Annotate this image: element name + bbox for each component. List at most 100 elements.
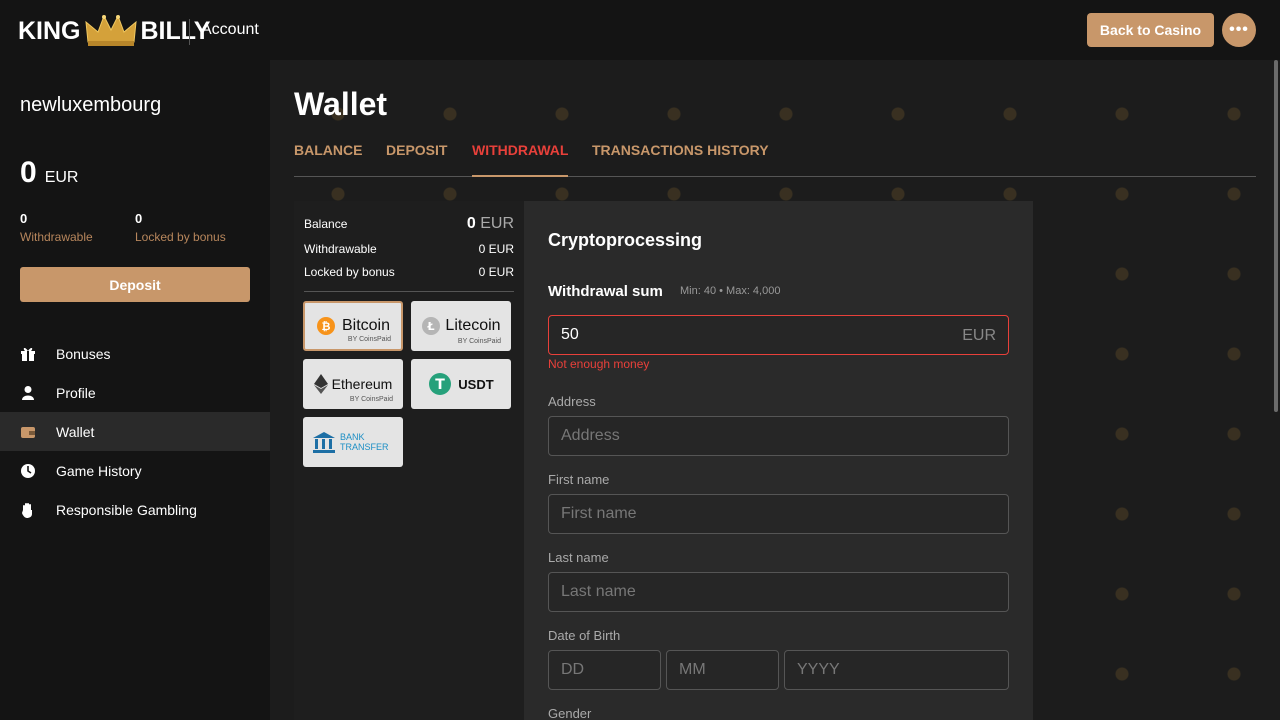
bank-icon (313, 432, 335, 453)
sidebar-balance: 0 EUR (20, 156, 78, 190)
username: newluxembourg (20, 94, 162, 116)
address-input[interactable] (561, 427, 1008, 445)
payment-method-ethereum[interactable]: Ethereum BY CoinsPaid (303, 359, 403, 409)
gender-label: Gender (548, 706, 592, 720)
withdrawal-sum-limits: Min: 40 • Max: 4,000 (680, 285, 781, 297)
summary-locked-row: Locked by bonus 0 EUR (304, 265, 514, 279)
litecoin-icon: Ł (422, 317, 441, 335)
withdrawal-error-message: Not enough money (548, 357, 650, 371)
wallet-tabs: BALANCE DEPOSIT WITHDRAWAL TRANSACTIONS … (294, 140, 1256, 177)
sidebar-item-label: Profile (56, 384, 96, 401)
user-icon (20, 385, 36, 401)
dob-day-input[interactable] (561, 661, 660, 679)
summary-withdrawable-value: 0 EUR (478, 242, 514, 256)
locked-stat: 0 Locked by bonus (135, 211, 226, 244)
payment-method-name: Ethereum (331, 376, 393, 392)
address-field[interactable] (548, 416, 1009, 456)
sidebar-item-label: Game History (56, 462, 142, 479)
payment-methods-panel: Balance 0 EUR Withdrawable 0 EUR Locked … (294, 201, 524, 720)
dob-label: Date of Birth (548, 628, 621, 643)
sidebar-item-game-history[interactable]: Game History (0, 451, 270, 490)
header-divider (189, 19, 190, 45)
summary-balance-amount: 0 EUR (467, 215, 514, 233)
first-name-label: First name (548, 472, 610, 487)
sidebar-item-bonuses[interactable]: Bonuses (0, 334, 270, 373)
payment-method-name: Bitcoin (341, 317, 391, 334)
withdrawable-stat: 0 Withdrawable (20, 211, 93, 244)
first-name-input[interactable] (561, 505, 1008, 523)
sidebar-item-label: Bonuses (56, 345, 111, 362)
deposit-button[interactable]: Deposit (20, 267, 250, 302)
tab-balance[interactable]: BALANCE (294, 142, 362, 177)
first-name-field[interactable] (548, 494, 1009, 534)
form-title: Cryptoprocessing (548, 230, 703, 250)
logo-text-left: KING (18, 16, 81, 45)
tether-icon: T (429, 373, 452, 395)
more-dots-icon: ••• (1229, 21, 1249, 38)
payment-method-usdt[interactable]: T USDT (411, 359, 511, 409)
dob-month-field[interactable] (666, 650, 779, 690)
dob-month-input[interactable] (679, 661, 778, 679)
payment-method-bitcoin[interactable]: ₿ Bitcoin BY CoinsPaid (303, 301, 403, 351)
summary-withdrawable-label: Withdrawable (304, 242, 377, 256)
dob-year-field[interactable] (784, 650, 1009, 690)
last-name-input[interactable] (561, 583, 1008, 601)
gift-icon (20, 346, 36, 362)
payment-method-provider: BY CoinsPaid (457, 338, 501, 345)
address-label: Address (548, 394, 596, 409)
svg-text:Ł: Ł (427, 320, 435, 333)
summary-withdrawable-row: Withdrawable 0 EUR (304, 242, 514, 256)
tab-deposit[interactable]: DEPOSIT (386, 142, 447, 177)
withdrawal-sum-field[interactable]: EUR (548, 315, 1009, 355)
last-name-label: Last name (548, 550, 609, 565)
sidebar-item-responsible-gambling[interactable]: Responsible Gambling (0, 490, 270, 529)
header-title: Account (201, 21, 259, 38)
summary-balance-row: Balance 0 EUR (304, 215, 514, 233)
tab-transactions-history[interactable]: TRANSACTIONS HISTORY (592, 142, 769, 177)
clock-icon (20, 463, 36, 479)
dob-year-input[interactable] (797, 661, 1008, 679)
ethereum-icon (313, 374, 328, 394)
withdrawal-sum-input[interactable] (561, 326, 1008, 344)
balance-currency: EUR (44, 169, 79, 186)
withdrawal-form-panel: Cryptoprocessing Withdrawal sum Min: 40 … (524, 201, 1033, 720)
payment-method-litecoin[interactable]: Ł Litecoin BY CoinsPaid (411, 301, 511, 351)
summary-locked-label: Locked by bonus (304, 265, 395, 279)
wallet-icon (20, 424, 36, 440)
payment-method-provider: BY CoinsPaid (349, 396, 393, 403)
tab-withdrawal[interactable]: WITHDRAWAL (472, 142, 569, 177)
king-billy-logo[interactable]: KING BILLY (18, 14, 210, 48)
locked-value: 0 (135, 211, 143, 226)
hand-icon (20, 502, 36, 518)
withdrawal-sum-currency: EUR (962, 327, 996, 344)
dob-day-field[interactable] (548, 650, 661, 690)
svg-text:T: T (436, 377, 446, 393)
payment-method-name: BANK TRANSFER (340, 432, 389, 452)
bitcoin-icon: ₿ (316, 317, 335, 335)
crown-icon (84, 14, 137, 46)
sidebar-item-profile[interactable]: Profile (0, 373, 270, 412)
withdrawable-label: Withdrawable (20, 230, 93, 244)
summary-balance-value: 0 (466, 215, 476, 232)
withdrawable-value: 0 (20, 211, 28, 226)
last-name-field[interactable] (548, 572, 1009, 612)
sidebar-item-wallet[interactable]: Wallet (0, 412, 270, 451)
summary-divider (304, 291, 514, 292)
page-title: Wallet (294, 86, 388, 122)
sidebar-item-label: Wallet (56, 423, 95, 440)
logo-text-right: BILLY (140, 16, 211, 45)
payment-method-bank-transfer[interactable]: BANK TRANSFER (303, 417, 403, 467)
balance-amount: 0 (20, 156, 37, 189)
page-scrollbar[interactable] (1272, 60, 1280, 720)
summary-balance-currency: EUR (480, 215, 514, 232)
back-to-casino-button[interactable]: Back to Casino (1087, 13, 1214, 47)
locked-label: Locked by bonus (135, 230, 226, 244)
sidebar-nav: Bonuses Profile Wallet Game History Resp… (0, 334, 270, 529)
scrollbar-thumb[interactable] (1274, 60, 1278, 412)
payment-method-provider: BY CoinsPaid (347, 336, 391, 343)
summary-locked-value: 0 EUR (478, 265, 514, 279)
sidebar: newluxembourg 0 EUR 0 Withdrawable 0 Loc… (0, 60, 270, 720)
payment-method-name: Litecoin (445, 317, 501, 334)
more-menu-button[interactable]: ••• (1222, 13, 1256, 47)
sidebar-item-label: Responsible Gambling (56, 501, 197, 518)
